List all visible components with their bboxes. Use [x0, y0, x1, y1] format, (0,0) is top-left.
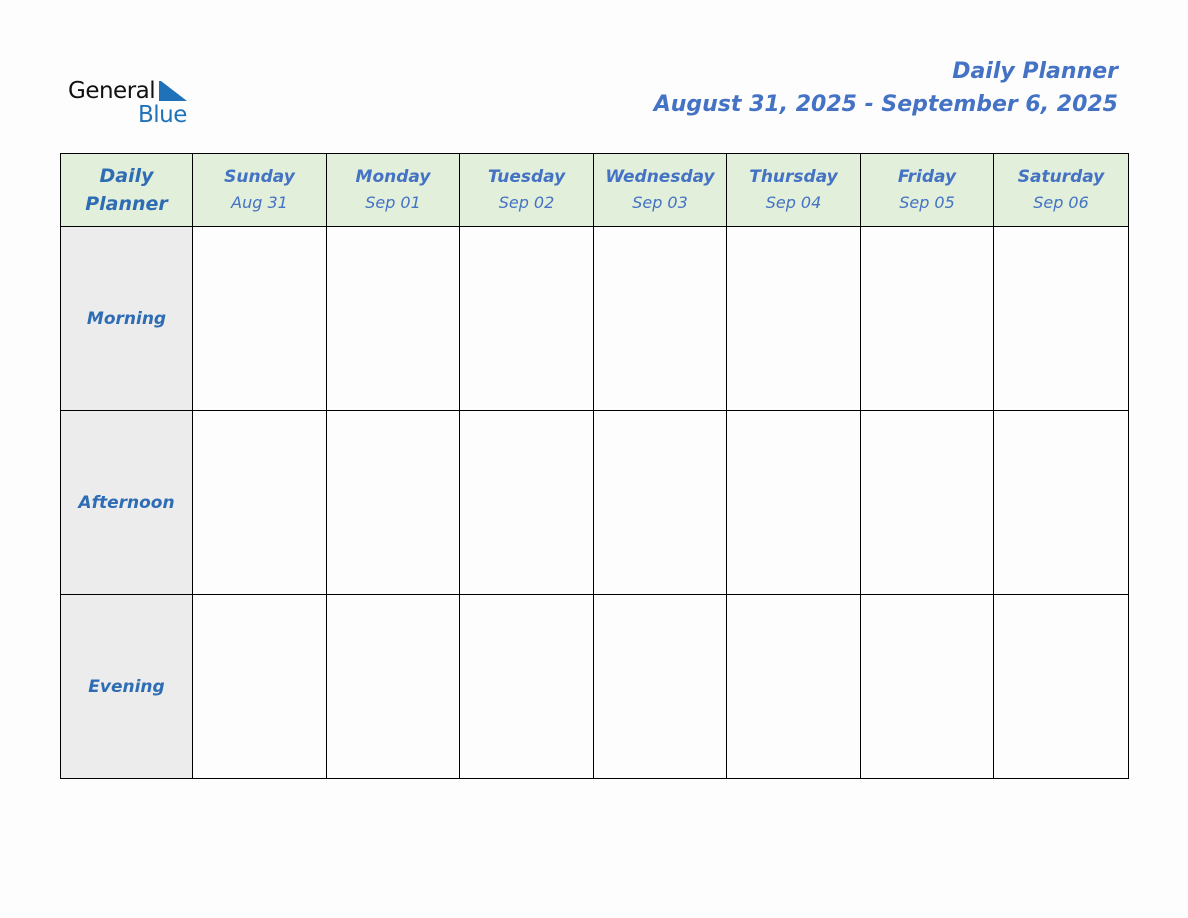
day-header: Sunday Aug 31 — [192, 153, 327, 227]
day-date: Sep 02 — [498, 193, 555, 212]
corner-label-line2: Planner — [85, 193, 168, 215]
day-name: Tuesday — [487, 167, 566, 187]
day-header: Friday Sep 05 — [860, 153, 994, 227]
planner-cell[interactable] — [860, 226, 994, 411]
day-header: Thursday Sep 04 — [726, 153, 861, 227]
row-label: Evening — [60, 594, 193, 779]
logo: General Blue — [68, 78, 198, 130]
day-header: Wednesday Sep 03 — [593, 153, 727, 227]
day-name: Wednesday — [605, 167, 715, 187]
day-name: Saturday — [1017, 167, 1105, 187]
day-date: Sep 04 — [765, 193, 822, 212]
planner-cell[interactable] — [326, 226, 460, 411]
day-date: Sep 01 — [365, 193, 421, 212]
day-date: Sep 05 — [899, 193, 955, 212]
planner-cell[interactable] — [593, 226, 727, 411]
planner-cell[interactable] — [726, 594, 861, 779]
day-name: Sunday — [224, 167, 295, 187]
date-range: August 31, 2025 - September 6, 2025 — [653, 92, 1118, 117]
row-label: Afternoon — [60, 410, 193, 595]
planner-cell[interactable] — [326, 594, 460, 779]
logo-text-blue: Blue — [138, 102, 187, 128]
planner-cell[interactable] — [726, 226, 861, 411]
planner-cell[interactable] — [192, 410, 327, 595]
day-header: Saturday Sep 06 — [993, 153, 1129, 227]
planner-cell[interactable] — [192, 594, 327, 779]
planner-cell[interactable] — [993, 226, 1129, 411]
planner-cell[interactable] — [459, 226, 594, 411]
time-row-afternoon: Afternoon — [60, 410, 1129, 595]
logo-triangle-icon — [161, 81, 187, 101]
day-name: Friday — [897, 167, 957, 187]
planner-table: Daily Planner Sunday Aug 31 Monday Sep 01 … — [60, 153, 1129, 779]
day-date: Sep 06 — [1033, 193, 1089, 212]
day-name: Thursday — [749, 167, 838, 187]
planner-cell[interactable] — [993, 410, 1129, 595]
page-title: Daily Planner — [952, 59, 1118, 84]
planner-cell[interactable] — [993, 594, 1129, 779]
day-date: Sep 03 — [632, 193, 688, 212]
planner-cell[interactable] — [192, 226, 327, 411]
corner-cell: Daily Planner — [60, 153, 193, 227]
logo-text-general: General — [68, 78, 156, 104]
row-label: Morning — [60, 226, 193, 411]
corner-label-line1: Daily — [99, 165, 154, 187]
planner-cell[interactable] — [326, 410, 460, 595]
day-date: Aug 31 — [231, 193, 288, 212]
planner-cell[interactable] — [726, 410, 861, 595]
planner-cell[interactable] — [593, 594, 727, 779]
planner-cell[interactable] — [860, 594, 994, 779]
time-row-morning: Morning — [60, 226, 1129, 411]
day-header: Monday Sep 01 — [326, 153, 460, 227]
planner-cell[interactable] — [593, 410, 727, 595]
header-row: Daily Planner Sunday Aug 31 Monday Sep 01 … — [60, 153, 1129, 227]
planner-cell[interactable] — [860, 410, 994, 595]
day-header: Tuesday Sep 02 — [459, 153, 594, 227]
planner-cell[interactable] — [459, 594, 594, 779]
page-header: Daily Planner August 31, 2025 - Septembe… — [654, 56, 1118, 122]
time-row-evening: Evening — [60, 594, 1129, 779]
day-name: Monday — [355, 167, 431, 187]
planner-cell[interactable] — [459, 410, 594, 595]
